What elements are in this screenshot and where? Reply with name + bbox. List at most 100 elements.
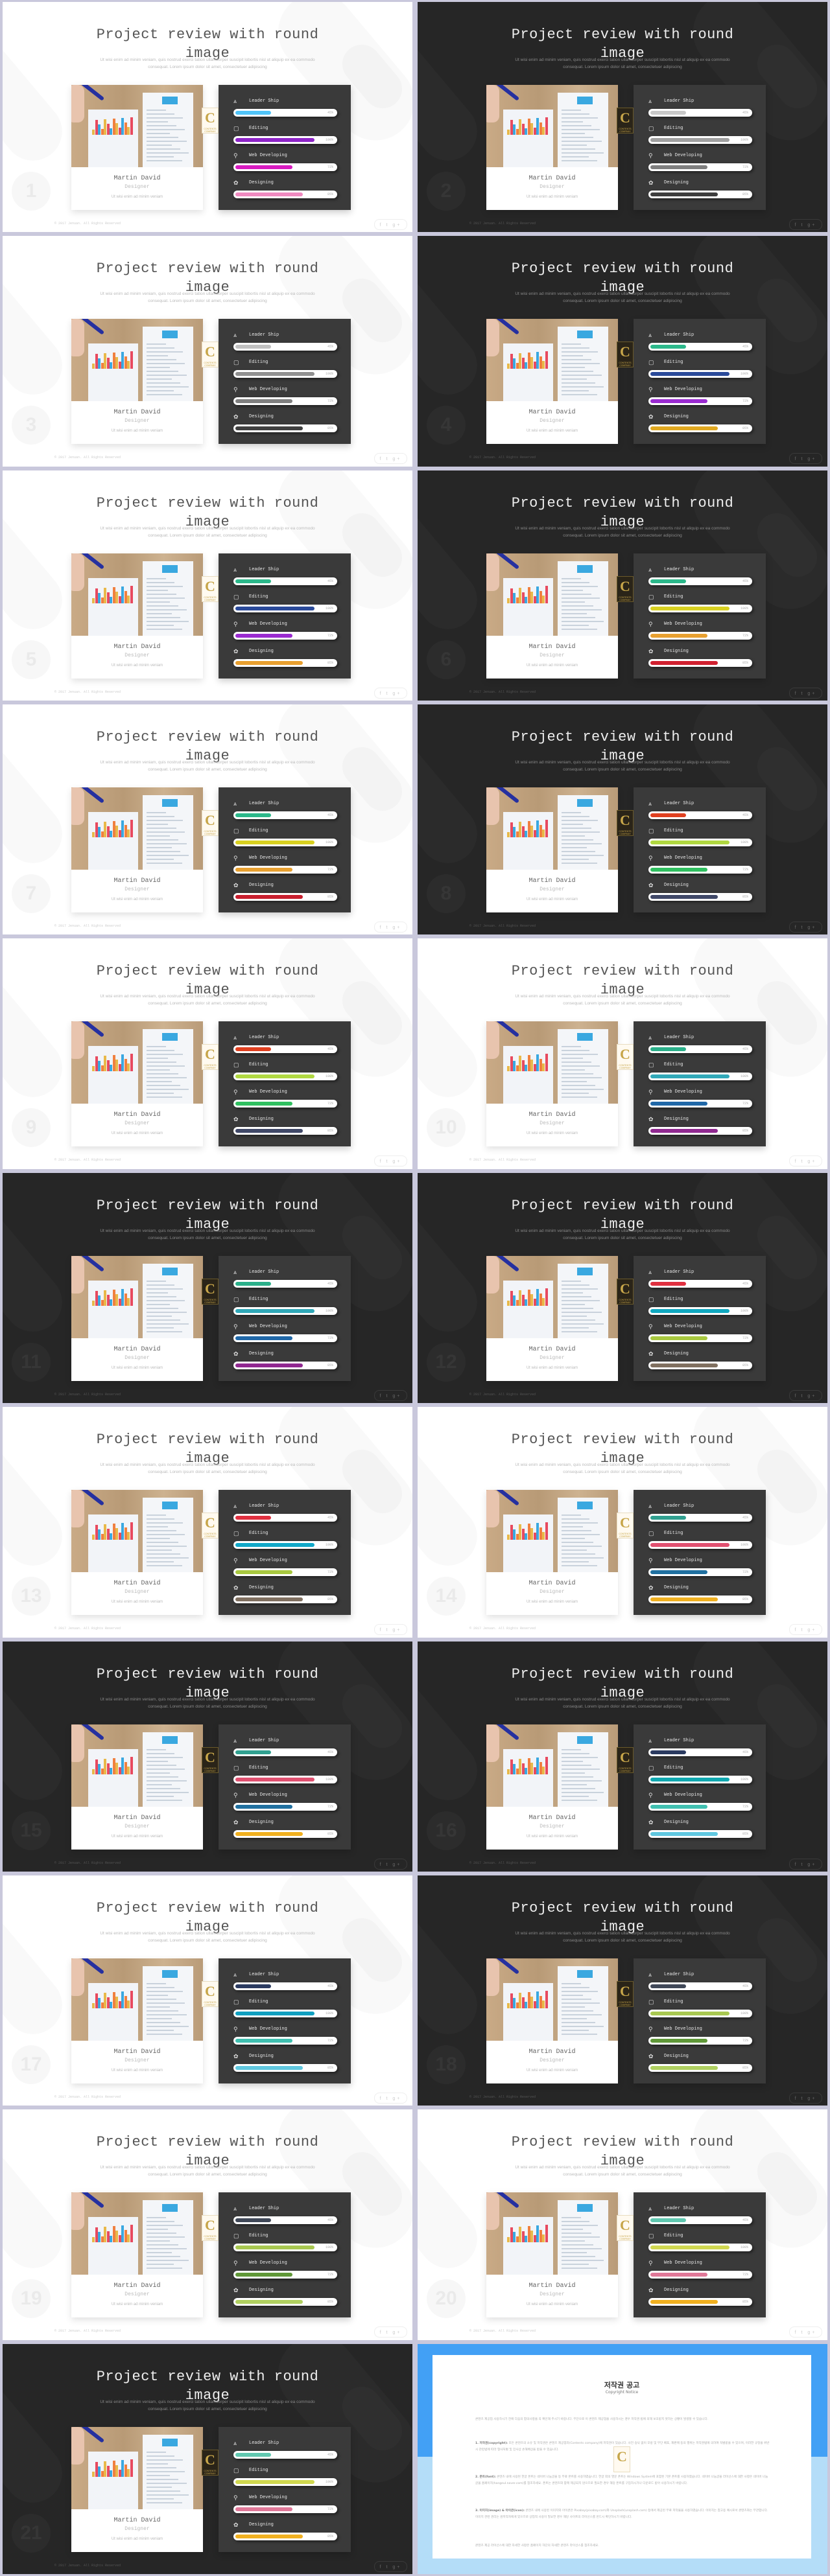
copyright-slide[interactable]: 저작권 공고 Copyright Notice 콘텐츠 제공업 사용하시기 전에… xyxy=(418,2343,827,2574)
slide-thumbnail[interactable]: 16 Project review with round image Ut wi… xyxy=(418,1641,827,1872)
google-plus-icon[interactable]: g+ xyxy=(807,691,816,696)
facebook-icon[interactable]: f xyxy=(380,2330,383,2335)
facebook-icon[interactable]: f xyxy=(380,2096,383,2101)
google-plus-icon[interactable]: g+ xyxy=(807,1628,816,1632)
skill-progress-bar: 100% xyxy=(233,2477,337,2486)
slide-thumbnail[interactable]: 12 Project review with round image Ut wi… xyxy=(418,1172,827,1404)
google-plus-icon[interactable]: g+ xyxy=(392,1628,401,1632)
slide-thumbnail[interactable]: 21 Project review with round image Ut wi… xyxy=(3,2343,412,2574)
twitter-icon[interactable]: t xyxy=(801,1159,805,1164)
google-plus-icon[interactable]: g+ xyxy=(392,2096,401,2101)
slide-thumbnail[interactable]: 10 Project review with round image Ut wi… xyxy=(418,938,827,1169)
google-plus-icon[interactable]: g+ xyxy=(392,925,401,930)
facebook-icon[interactable]: f xyxy=(795,457,798,461)
resume-paper xyxy=(143,1732,193,1807)
slide-subtitle: Ut wisi enim ad minim veniam, quis nostr… xyxy=(100,1931,315,1943)
google-plus-icon[interactable]: g+ xyxy=(392,223,401,227)
profile-card: Martin David Designer Ut wisi enim ad mi… xyxy=(486,1490,618,1616)
slide-thumbnail[interactable]: 19 Project review with round image Ut wi… xyxy=(3,2109,412,2340)
slide-thumbnail[interactable]: 14 Project review with round image Ut wi… xyxy=(418,1407,827,1638)
twitter-icon[interactable]: t xyxy=(801,2330,805,2335)
facebook-icon[interactable]: f xyxy=(795,2096,798,2101)
twitter-icon[interactable]: t xyxy=(386,2096,390,2101)
twitter-icon[interactable]: t xyxy=(801,925,805,930)
twitter-icon[interactable]: t xyxy=(386,691,390,696)
slide-thumbnail[interactable]: 11 Project review with round image Ut wi… xyxy=(3,1172,412,1404)
skill-label: Web Developing xyxy=(249,1792,287,1798)
twitter-icon[interactable]: t xyxy=(386,1862,390,1867)
slide-thumbnail[interactable]: 9 Project review with round image Ut wis… xyxy=(3,938,412,1169)
slide-thumbnail[interactable]: 8 Project review with round image Ut wis… xyxy=(418,704,827,935)
facebook-icon[interactable]: f xyxy=(380,223,383,227)
facebook-icon[interactable]: f xyxy=(380,1159,383,1164)
twitter-icon[interactable]: t xyxy=(801,1862,805,1867)
facebook-icon[interactable]: f xyxy=(380,2565,383,2570)
facebook-icon[interactable]: f xyxy=(795,2330,798,2335)
slide-thumbnail[interactable]: 3 Project review with round image Ut wis… xyxy=(3,236,412,467)
google-plus-icon[interactable]: g+ xyxy=(807,1159,816,1164)
skills-panel: ⩓ Leader Ship 45% ▢ Editing 100% ⚲ Web D… xyxy=(219,1958,351,2083)
google-plus-icon[interactable]: g+ xyxy=(807,457,816,461)
slide-thumbnail[interactable]: 13 Project review with round image Ut wi… xyxy=(3,1407,412,1638)
watermark-badge: C CONTENTS COMPANY xyxy=(617,108,634,133)
twitter-icon[interactable]: t xyxy=(801,223,805,227)
twitter-icon[interactable]: t xyxy=(801,1628,805,1632)
slide-thumbnail[interactable]: 1 Project review with round image Ut wis… xyxy=(3,2,412,233)
google-plus-icon[interactable]: g+ xyxy=(807,2330,816,2335)
twitter-icon[interactable]: t xyxy=(801,1394,805,1398)
twitter-icon[interactable]: t xyxy=(386,1159,390,1164)
slide-thumbnail[interactable]: 7 Project review with round image Ut wis… xyxy=(3,704,412,935)
slide-thumbnail[interactable]: 20 Project review with round image Ut wi… xyxy=(418,2109,827,2340)
skill-label: Designing xyxy=(249,2053,274,2059)
twitter-icon[interactable]: t xyxy=(801,457,805,461)
facebook-icon[interactable]: f xyxy=(795,223,798,227)
twitter-icon[interactable]: t xyxy=(386,925,390,930)
facebook-icon[interactable]: f xyxy=(380,691,383,696)
slide-thumbnail[interactable]: 6 Project review with round image Ut wis… xyxy=(418,470,827,701)
skill-percent: 100% xyxy=(740,372,748,377)
facebook-icon[interactable]: f xyxy=(795,1862,798,1867)
google-plus-icon[interactable]: g+ xyxy=(807,2096,816,2101)
slide-thumbnail[interactable]: 15 Project review with round image Ut wi… xyxy=(3,1641,412,1872)
skill-progress-bar: 45% xyxy=(648,577,752,585)
slide-thumbnail[interactable]: 18 Project review with round image Ut wi… xyxy=(418,1875,827,2106)
slide-thumbnail[interactable]: 17 Project review with round image Ut wi… xyxy=(3,1875,412,2106)
facebook-icon[interactable]: f xyxy=(380,1394,383,1398)
twitter-icon[interactable]: t xyxy=(386,2330,390,2335)
google-plus-icon[interactable]: g+ xyxy=(392,457,401,461)
facebook-icon[interactable]: f xyxy=(380,457,383,461)
twitter-icon[interactable]: t xyxy=(386,457,390,461)
twitter-icon[interactable]: t xyxy=(386,1394,390,1398)
facebook-icon[interactable]: f xyxy=(380,1628,383,1632)
slide-thumbnail[interactable]: 2 Project review with round image Ut wis… xyxy=(418,2,827,233)
network-icon: ⩓ xyxy=(233,332,237,339)
slide-number-watermark: 14 xyxy=(427,1577,466,1616)
facebook-icon[interactable]: f xyxy=(795,1394,798,1398)
facebook-icon[interactable]: f xyxy=(795,1628,798,1632)
facebook-icon[interactable]: f xyxy=(380,925,383,930)
slide-thumbnail[interactable]: 5 Project review with round image Ut wis… xyxy=(3,470,412,701)
twitter-icon[interactable]: t xyxy=(801,691,805,696)
google-plus-icon[interactable]: g+ xyxy=(392,1862,401,1867)
google-plus-icon[interactable]: g+ xyxy=(392,691,401,696)
skill-percent: 85% xyxy=(327,426,333,431)
network-icon: ⩓ xyxy=(233,2205,237,2212)
google-plus-icon[interactable]: g+ xyxy=(807,223,816,227)
facebook-icon[interactable]: f xyxy=(795,1159,798,1164)
slide-thumbnail[interactable]: 4 Project review with round image Ut wis… xyxy=(418,236,827,467)
google-plus-icon[interactable]: g+ xyxy=(807,1862,816,1867)
facebook-icon[interactable]: f xyxy=(795,925,798,930)
google-plus-icon[interactable]: g+ xyxy=(392,1394,401,1398)
google-plus-icon[interactable]: g+ xyxy=(392,2565,401,2570)
google-plus-icon[interactable]: g+ xyxy=(392,1159,401,1164)
google-plus-icon[interactable]: g+ xyxy=(807,925,816,930)
search-code-icon: ⚲ xyxy=(233,1557,238,1564)
facebook-icon[interactable]: f xyxy=(380,1862,383,1867)
twitter-icon[interactable]: t xyxy=(386,1628,390,1632)
facebook-icon[interactable]: f xyxy=(795,691,798,696)
twitter-icon[interactable]: t xyxy=(801,2096,805,2101)
twitter-icon[interactable]: t xyxy=(386,223,390,227)
google-plus-icon[interactable]: g+ xyxy=(392,2330,401,2335)
google-plus-icon[interactable]: g+ xyxy=(807,1394,816,1398)
twitter-icon[interactable]: t xyxy=(386,2565,390,2570)
